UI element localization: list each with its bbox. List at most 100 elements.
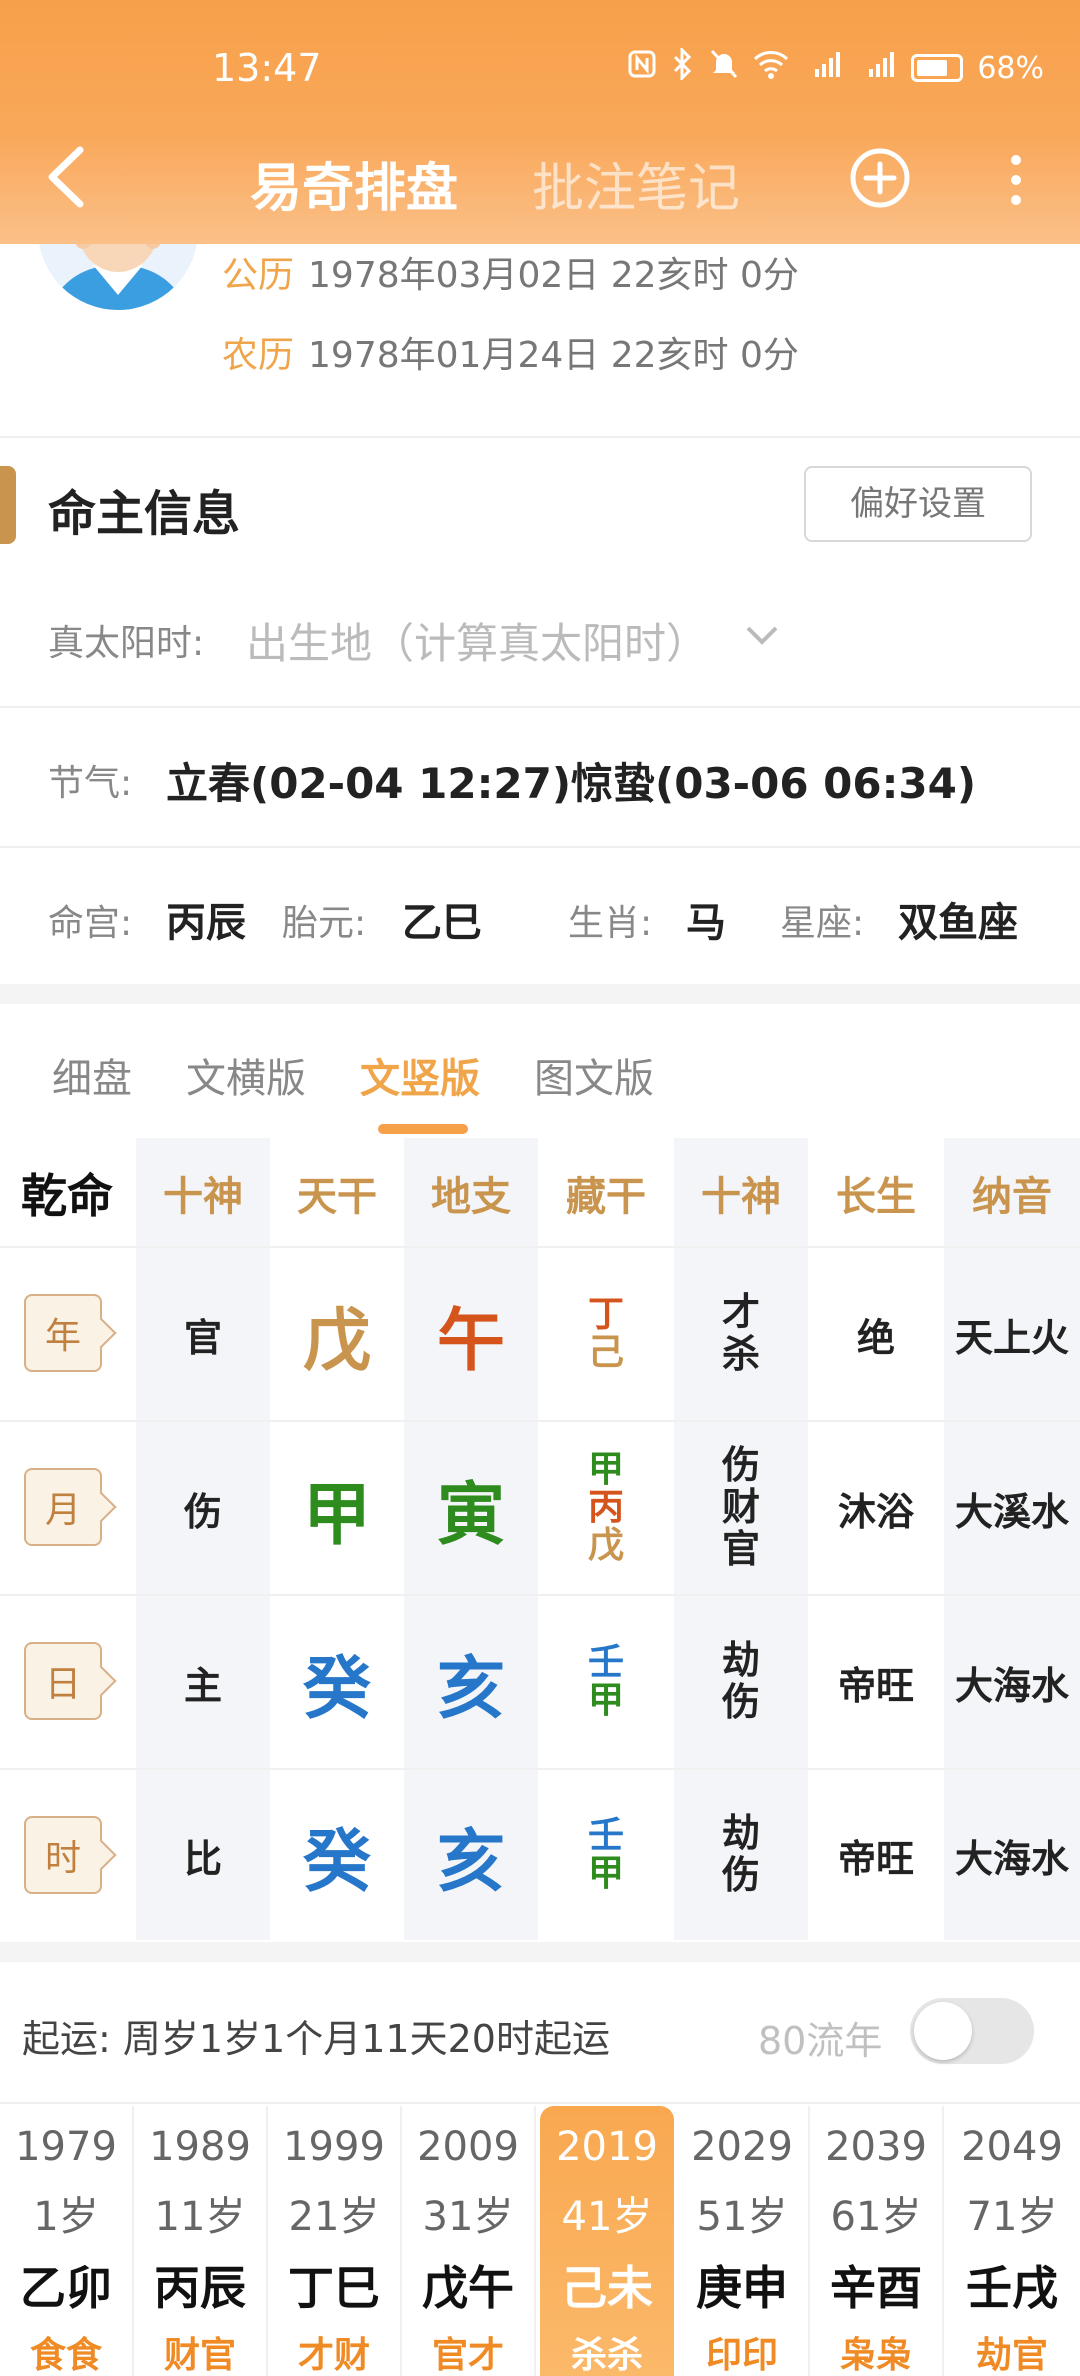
add-icon[interactable] [848, 146, 912, 210]
signal-4g-icon [857, 49, 897, 87]
tab-notes[interactable]: 批注笔记 [532, 146, 740, 221]
decade-item[interactable]: 1979 1岁 乙卯 食食 [0, 2106, 134, 2376]
decade-item[interactable]: 1989 11岁 丙辰 财官 [134, 2106, 268, 2376]
hour-cang-shishen: 劫 伤 [674, 1770, 808, 1940]
cang-shishen-item: 财 [721, 1485, 760, 1530]
section-title: 命主信息 [48, 486, 241, 542]
header-canggan: 藏干 [566, 1174, 646, 1220]
hour-changsheng: 帝旺 [837, 1836, 914, 1881]
bluetooth-icon [671, 46, 695, 88]
header-dizhi: 地支 [431, 1174, 511, 1220]
decade-age: 11岁 [154, 2194, 246, 2240]
decade-item-selected[interactable]: 2019 41岁 己未 杀杀 [540, 2106, 674, 2376]
battery-icon [911, 54, 964, 82]
decade-ganzhi: 丁巳 [288, 2261, 380, 2315]
back-icon[interactable] [40, 142, 100, 212]
signal-5g-icon [803, 49, 843, 87]
decade-shishen: 官才 [431, 2335, 504, 2376]
year-canggan: 丁 己 [538, 1248, 674, 1420]
solar-time-label: 真太阳时: [48, 623, 205, 664]
hour-nayin: 大海水 [954, 1836, 1069, 1881]
hour-shishen: 比 [183, 1836, 222, 1881]
divider [0, 436, 1080, 438]
year-shishen: 官 [183, 1315, 222, 1360]
minggong-value: 丙辰 [166, 900, 246, 946]
pillar-hour: 时 [24, 1816, 102, 1894]
decade-age: 1岁 [33, 2194, 99, 2240]
cang-shishen-item: 劫 [721, 1811, 760, 1856]
decade-item[interactable]: 2009 31岁 戊午 官才 [402, 2106, 536, 2376]
decade-shishen: 食食 [29, 2335, 102, 2376]
cang-shishen-item: 官 [721, 1526, 760, 1571]
pillar-day: 日 [24, 1642, 102, 1720]
year-zhi: 午 [436, 1301, 505, 1381]
tab-paipan[interactable]: 易奇排盘 [250, 146, 458, 221]
tab-wenheng[interactable]: 文横版 [186, 1046, 306, 1104]
canggan-item: 戊 [587, 1524, 624, 1566]
chevron-down-icon[interactable] [744, 620, 780, 650]
decade-year: 2039 [825, 2124, 927, 2170]
decade-age: 31岁 [422, 2194, 514, 2240]
birthplace-selector[interactable]: 出生地（计算真太阳时） [246, 610, 708, 671]
cang-shishen-item: 伤 [721, 1443, 760, 1488]
tab-xipan[interactable]: 细盘 [52, 1046, 132, 1104]
qiyun-text: 起运: 周岁1岁1个月11天20时起运 [22, 2017, 610, 2061]
tab-wenshu[interactable]: 文竖版 [360, 1046, 480, 1104]
hour-canggan: 壬 甲 [538, 1770, 674, 1940]
page: 13:47 68% 易奇排盘 批注笔记 公历 1978年03月02日 22亥时 … [0, 0, 1080, 2376]
decade-item[interactable]: 2039 61岁 辛酉 枭枭 [810, 2106, 944, 2376]
header-nayin: 纳音 [972, 1174, 1052, 1220]
decade-ganzhi: 辛酉 [830, 2261, 922, 2315]
year-changsheng: 绝 [856, 1315, 895, 1360]
chart-title: 乾命 [21, 1169, 113, 1223]
decade-shishen: 劫官 [975, 2335, 1048, 2376]
canggan-item: 丁 [587, 1294, 624, 1336]
decade-item[interactable]: 2049 71岁 壬戌 劫官 [944, 2106, 1080, 2376]
header-changsheng: 长生 [836, 1174, 916, 1220]
hour-gan: 癸 [302, 1822, 371, 1902]
decade-year: 1999 [283, 2124, 385, 2170]
decade-age: 61岁 [830, 2194, 922, 2240]
decade-shishen: 财官 [163, 2335, 236, 2376]
header-cang-shishen: 十神 [701, 1174, 781, 1220]
decade-item[interactable]: 1999 21岁 丁巳 才财 [268, 2106, 402, 2376]
month-canggan: 甲 丙 戊 [538, 1422, 674, 1594]
active-tab-indicator [378, 1124, 468, 1134]
day-canggan: 壬 甲 [538, 1596, 674, 1768]
nfc-icon [627, 49, 657, 87]
more-icon[interactable] [996, 148, 1036, 212]
day-shishen: 主 [183, 1663, 222, 1708]
decade-ganzhi: 壬戌 [966, 2261, 1058, 2315]
month-cang-shishen: 伤 财 官 [674, 1422, 808, 1594]
preferences-button[interactable]: 偏好设置 [804, 466, 1032, 542]
year-nayin: 天上火 [954, 1315, 1069, 1360]
year-gan: 戊 [302, 1301, 371, 1381]
section-accent [0, 466, 16, 544]
status-time: 13:47 [212, 46, 322, 90]
gongli-label: 公历 [222, 255, 295, 296]
liunian-label: 80流年 [758, 2019, 883, 2063]
canggan-item: 己 [587, 1332, 624, 1373]
jieqi-value: 立春(02-04 12:27)惊蛰(03-06 06:34) [166, 759, 977, 808]
toggle-knob [914, 2002, 972, 2060]
header-tiangan: 天干 [297, 1174, 377, 1220]
decade-year: 1979 [15, 2124, 117, 2170]
decade-item[interactable]: 2029 51岁 庚申 印印 [676, 2106, 810, 2376]
divider [0, 846, 1080, 848]
tab-tuwen[interactable]: 图文版 [534, 1046, 654, 1104]
divider [0, 706, 1080, 708]
wifi-icon [753, 49, 789, 87]
hour-zhi: 亥 [436, 1822, 505, 1902]
month-shishen: 伤 [183, 1489, 222, 1534]
canggan-item: 甲 [587, 1853, 624, 1894]
app-header: 13:47 68% 易奇排盘 批注笔记 [0, 0, 1080, 244]
day-cang-shishen: 劫 伤 [674, 1596, 808, 1768]
section-gap [0, 1942, 1080, 1962]
decade-ganzhi: 乙卯 [20, 2261, 112, 2315]
taiyuan-value: 乙巳 [402, 900, 482, 946]
decade-age: 21岁 [288, 2194, 380, 2240]
liunian-toggle[interactable] [910, 1998, 1034, 2064]
taiyuan-label: 胎元: [282, 903, 367, 944]
canggan-item: 壬 [587, 1815, 624, 1857]
cang-shishen-item: 劫 [721, 1638, 760, 1683]
